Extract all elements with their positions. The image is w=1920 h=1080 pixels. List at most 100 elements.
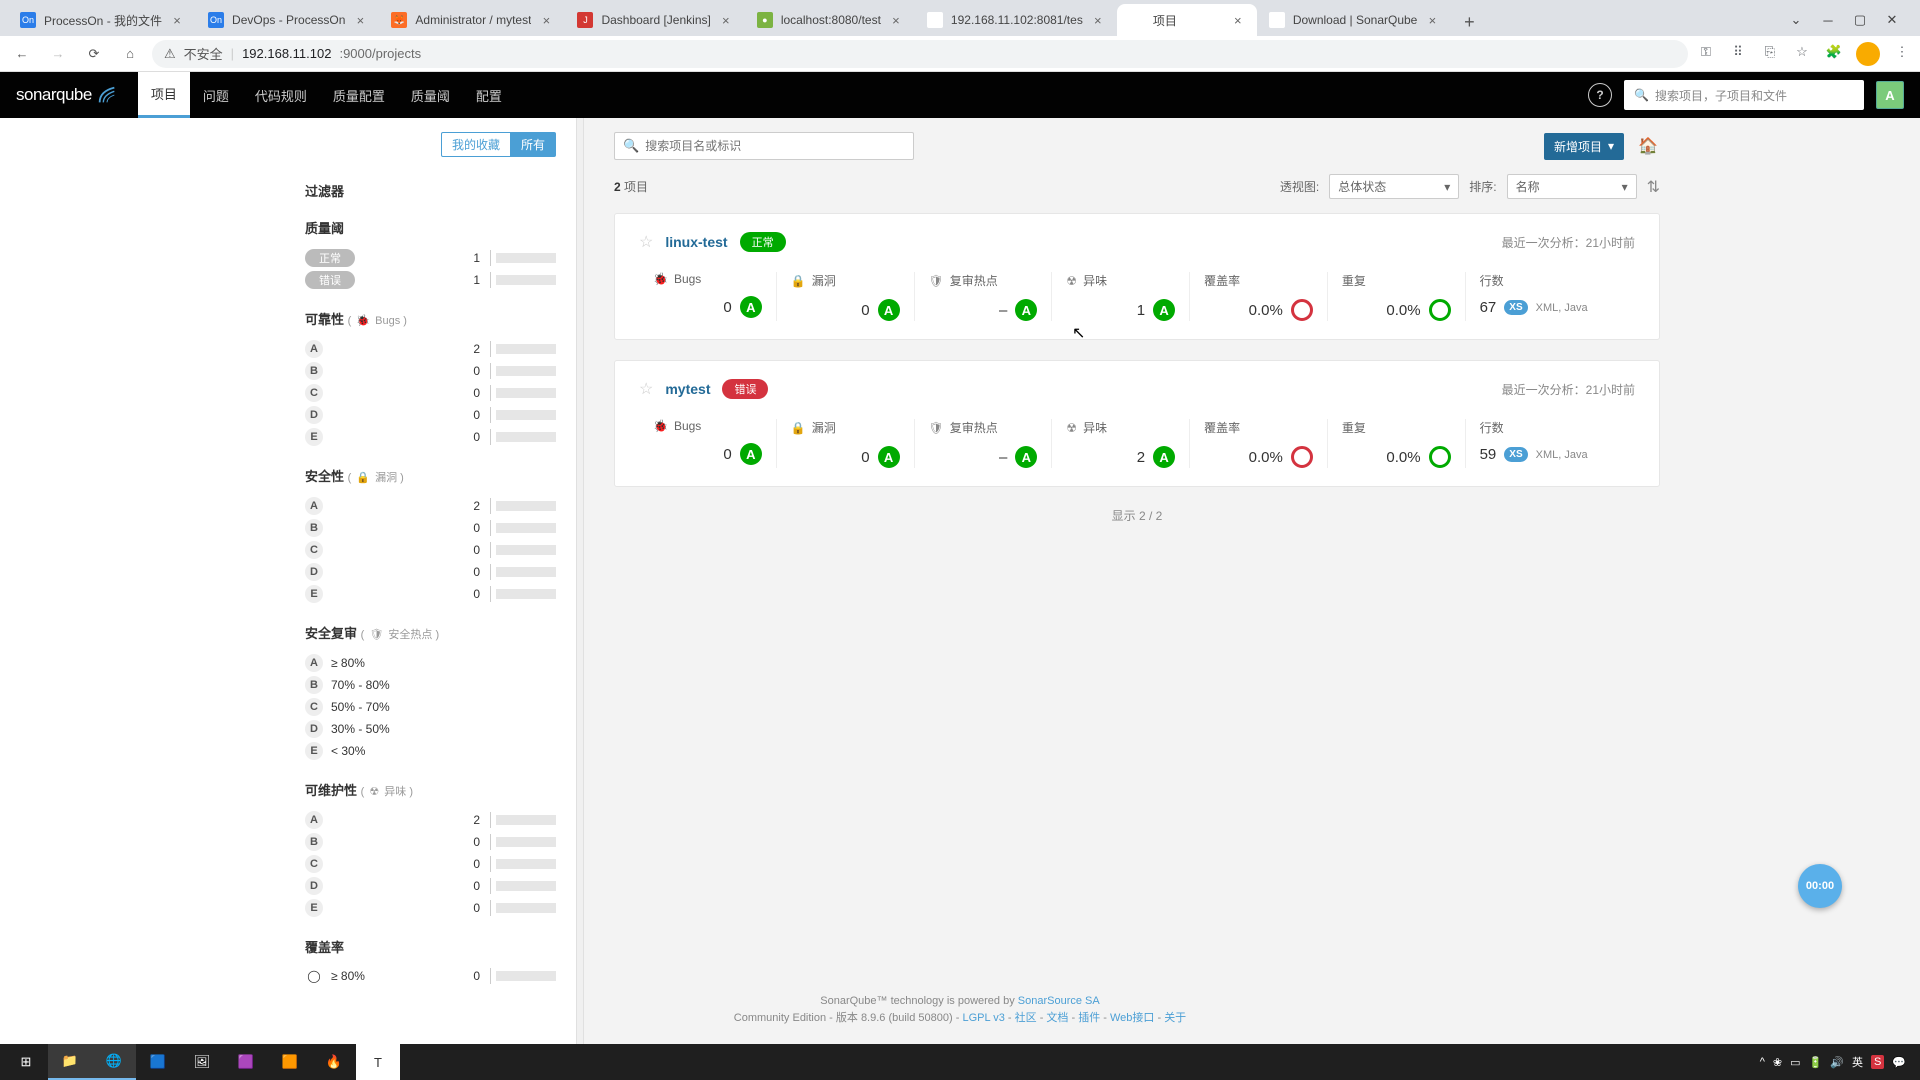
maintain-facet-row[interactable]: A2 <box>305 809 556 831</box>
nav-link[interactable]: 质量配置 <box>320 72 398 118</box>
security-facet-row[interactable]: A2 <box>305 495 556 517</box>
maintain-facet-row[interactable]: C0 <box>305 853 556 875</box>
sonarsource-link[interactable]: SonarSource SA <box>1018 995 1100 1007</box>
review-facet-row[interactable]: A≥ 80% <box>305 652 556 674</box>
system-tray[interactable]: ^ ❀ ▭ 🔋 🔊 英 S 💬 <box>1760 1054 1916 1070</box>
bookmark-icon[interactable]: ☆ <box>1792 42 1812 62</box>
new-project-button[interactable]: 新增项目▾ <box>1544 133 1624 160</box>
maintain-facet-row[interactable]: D0 <box>305 875 556 897</box>
tray-app[interactable]: S <box>1871 1055 1884 1069</box>
tab-close-icon[interactable]: × <box>353 13 367 27</box>
taskbar-app1[interactable]: 🖼 <box>180 1044 224 1080</box>
nav-link[interactable]: 质量阈 <box>398 72 463 118</box>
translate-icon[interactable]: ⠿ <box>1728 42 1748 62</box>
tray-expand-icon[interactable]: ^ <box>1760 1056 1765 1068</box>
help-icon[interactable]: ? <box>1588 83 1612 107</box>
profile-avatar[interactable] <box>1856 42 1880 66</box>
my-favorites-tab[interactable]: 我的收藏 <box>441 132 511 157</box>
browser-tab[interactable]: OnProcessOn - 我的文件× <box>8 4 196 36</box>
sort-direction-icon[interactable]: ⇅ <box>1647 177 1660 197</box>
extensions-icon[interactable]: 🧩 <box>1824 42 1844 62</box>
tray-ime[interactable]: 英 <box>1852 1054 1863 1070</box>
taskbar-vscode[interactable]: 🟦 <box>136 1044 180 1080</box>
tray-icon[interactable]: ❀ <box>1773 1056 1782 1069</box>
global-search[interactable]: 🔍 搜索项目，子项目和文件 <box>1624 80 1864 110</box>
project-search[interactable]: 🔍 <box>614 132 914 160</box>
tab-close-icon[interactable]: × <box>170 13 184 27</box>
browser-tab[interactable]: ●localhost:8080/test× <box>745 4 915 36</box>
nav-link[interactable]: 代码规则 <box>242 72 320 118</box>
browser-tab[interactable]: 🦊Administrator / mytest× <box>379 4 565 36</box>
tab-close-icon[interactable]: × <box>1231 13 1245 27</box>
quality-gate-facet[interactable]: 错误1 <box>305 269 556 291</box>
nav-link[interactable]: 配置 <box>463 72 515 118</box>
review-facet-row[interactable]: D30% - 50% <box>305 718 556 740</box>
send-icon[interactable]: ⎘ <box>1760 42 1780 62</box>
coverage-facet-row[interactable]: ◯ ≥ 80% 0 <box>305 966 556 986</box>
review-facet-row[interactable]: E< 30% <box>305 740 556 762</box>
home-button[interactable]: ⌂ <box>116 40 144 68</box>
menu-icon[interactable]: ⋮ <box>1892 42 1912 62</box>
tray-icon[interactable]: ▭ <box>1790 1056 1800 1069</box>
browser-tab[interactable]: JDashboard [Jenkins]× <box>565 4 744 36</box>
dropdown-icon[interactable]: ⌄ <box>1782 8 1810 32</box>
security-facet-row[interactable]: D0 <box>305 561 556 583</box>
tab-close-icon[interactable]: × <box>1091 13 1105 27</box>
project-name-link[interactable]: mytest <box>665 381 710 397</box>
password-icon[interactable]: ⚿ <box>1696 42 1716 62</box>
taskbar-app2[interactable]: 🔥 <box>312 1044 356 1080</box>
project-search-input[interactable] <box>645 139 905 153</box>
maintain-facet-row[interactable]: B0 <box>305 831 556 853</box>
browser-tab[interactable]: ○192.168.11.102:8081/tes× <box>915 4 1117 36</box>
tab-close-icon[interactable]: × <box>719 13 733 27</box>
reliability-facet-row[interactable]: C0 <box>305 382 556 404</box>
reliability-facet-row[interactable]: E0 <box>305 426 556 448</box>
browser-tab[interactable]: ◐Download | SonarQube× <box>1257 4 1452 36</box>
browser-tab[interactable]: OnDevOps - ProcessOn× <box>196 4 379 36</box>
scrollbar[interactable] <box>576 118 584 1044</box>
reliability-facet-row[interactable]: B0 <box>305 360 556 382</box>
security-facet-row[interactable]: B0 <box>305 517 556 539</box>
footer-link[interactable]: 插件 <box>1078 1012 1100 1024</box>
reliability-facet-row[interactable]: D0 <box>305 404 556 426</box>
footer-link[interactable]: Web接口 <box>1110 1012 1154 1024</box>
recording-timer[interactable]: 00:00 <box>1798 864 1842 908</box>
favorite-star-icon[interactable]: ☆ <box>639 232 653 252</box>
back-button[interactable]: ← <box>8 40 36 68</box>
maximize-button[interactable]: ▢ <box>1846 8 1874 32</box>
start-button[interactable]: ⊞ <box>4 1044 48 1080</box>
taskbar-chrome[interactable]: 🌐 <box>92 1044 136 1080</box>
taskbar-pycharm[interactable]: 🟪 <box>224 1044 268 1080</box>
sort-select[interactable]: 名称▾ <box>1507 174 1637 199</box>
project-name-link[interactable]: linux-test <box>665 234 727 250</box>
new-tab-button[interactable]: + <box>1455 8 1483 36</box>
url-input[interactable]: ⚠ 不安全 | 192.168.11.102:9000/projects <box>152 40 1688 68</box>
tray-volume-icon[interactable]: 🔊 <box>1830 1056 1844 1069</box>
reliability-facet-row[interactable]: A2 <box>305 338 556 360</box>
review-facet-row[interactable]: C50% - 70% <box>305 696 556 718</box>
tray-notifications-icon[interactable]: 💬 <box>1892 1056 1906 1069</box>
security-facet-row[interactable]: E0 <box>305 583 556 605</box>
set-home-icon[interactable]: 🏠 <box>1636 134 1660 158</box>
nav-link[interactable]: 项目 <box>138 72 190 118</box>
all-tab[interactable]: 所有 <box>511 132 556 157</box>
minimize-button[interactable]: ─ <box>1814 8 1842 32</box>
perspective-select[interactable]: 总体状态▾ <box>1329 174 1459 199</box>
tab-close-icon[interactable]: × <box>889 13 903 27</box>
footer-link[interactable]: 社区 <box>1015 1012 1037 1024</box>
review-facet-row[interactable]: B70% - 80% <box>305 674 556 696</box>
forward-button[interactable]: → <box>44 40 72 68</box>
tab-close-icon[interactable]: × <box>1425 13 1439 27</box>
close-window-button[interactable]: ✕ <box>1878 8 1906 32</box>
taskbar-sublime[interactable]: 🟧 <box>268 1044 312 1080</box>
nav-link[interactable]: 问题 <box>190 72 242 118</box>
footer-link[interactable]: LGPL v3 <box>962 1012 1004 1024</box>
reload-button[interactable]: ⟳ <box>80 40 108 68</box>
favorite-star-icon[interactable]: ☆ <box>639 379 653 399</box>
user-avatar[interactable]: A <box>1876 81 1904 109</box>
sonarqube-logo[interactable]: sonarqube <box>16 84 118 106</box>
taskbar-explorer[interactable]: 📁 <box>48 1044 92 1080</box>
security-facet-row[interactable]: C0 <box>305 539 556 561</box>
taskbar-app3[interactable]: T <box>356 1044 400 1080</box>
footer-link[interactable]: 关于 <box>1164 1012 1186 1024</box>
